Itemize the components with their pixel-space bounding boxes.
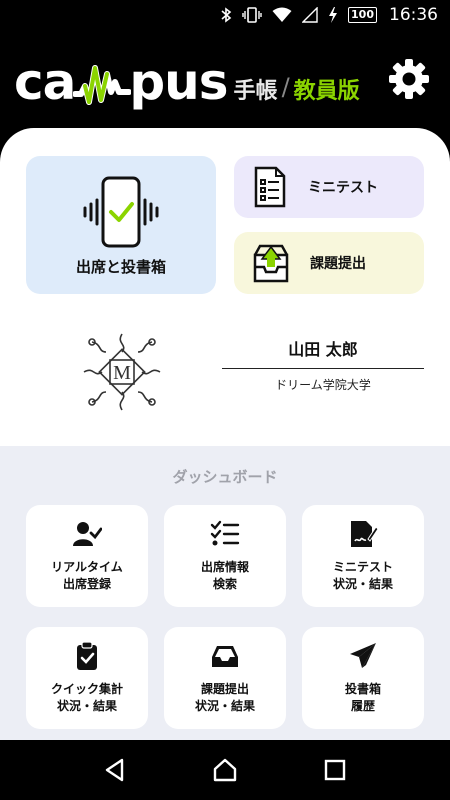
logo-text-right: pus xyxy=(129,53,228,111)
dash-item-line1: 投書箱 xyxy=(344,682,381,696)
attendance-search-button[interactable]: 出席情報 検索 xyxy=(164,505,286,607)
battery-level: 100 xyxy=(348,7,377,23)
dash-item-line1: ミニテスト xyxy=(332,560,393,574)
system-nav-bar xyxy=(0,740,450,800)
dash-item-line2: 状況・結果 xyxy=(194,699,255,713)
suggestion-box-history-button[interactable]: 投書箱 履歴 xyxy=(302,627,424,729)
main-content: 出席と投書箱 ミニテスト 課題提出 M 山田 太郎 ドリーム学院大学 ダッシュボ… xyxy=(0,128,450,740)
wifi-icon xyxy=(272,7,292,23)
attendance-label: 出席と投書箱 xyxy=(75,257,166,276)
realtime-attendance-button[interactable]: リアルタイム 出席登録 xyxy=(26,505,148,607)
dash-item-line2: 履歴 xyxy=(350,699,375,713)
minitest-tile[interactable]: ミニテスト xyxy=(234,156,424,218)
dash-item-line2: 検索 xyxy=(212,577,237,591)
school-emblem: M xyxy=(83,333,161,411)
minitest-label: ミニテスト xyxy=(308,180,378,196)
bluetooth-icon xyxy=(220,7,232,23)
dash-item-line2: 出席登録 xyxy=(62,577,111,591)
phone-check-icon xyxy=(83,176,159,247)
gear-icon[interactable] xyxy=(388,58,430,100)
attendance-tile[interactable]: 出席と投書箱 xyxy=(26,156,216,294)
profile-divider xyxy=(222,368,424,369)
logo-subtitle: 手帳 xyxy=(233,79,278,104)
emblem-letter: M xyxy=(113,362,131,384)
inbox-upload-icon xyxy=(253,244,289,283)
dash-item-line2: 状況・結果 xyxy=(332,577,393,591)
status-bar: 100 16:36 xyxy=(0,0,450,30)
logo-divider: / xyxy=(281,73,290,101)
dash-item-line2: 状況・結果 xyxy=(56,699,117,713)
user-name: 山田 太郎 xyxy=(288,340,358,359)
paper-plane-icon xyxy=(350,643,376,668)
quick-poll-results-button[interactable]: クイック集計 状況・結果 xyxy=(26,627,148,729)
home-icon[interactable] xyxy=(212,757,238,783)
dashboard-title: ダッシュボード xyxy=(172,468,278,486)
assignment-results-button[interactable]: 課題提出 状況・結果 xyxy=(164,627,286,729)
logo-heartbeat-icon xyxy=(73,65,132,105)
dash-item-line1: リアルタイム xyxy=(51,560,123,574)
logo-edition: 教員版 xyxy=(293,79,360,104)
assignment-tile[interactable]: 課題提出 xyxy=(234,232,424,294)
minitest-results-button[interactable]: ミニテスト 状況・結果 xyxy=(302,505,424,607)
assignment-label: 課題提出 xyxy=(310,256,366,272)
dash-item-line1: クイック集計 xyxy=(50,682,123,696)
dash-item-line1: 課題提出 xyxy=(200,682,249,696)
user-check-icon xyxy=(73,522,102,546)
app-logo: ca pus 手帳 / 教員版 xyxy=(14,54,360,110)
recents-icon[interactable] xyxy=(322,757,348,783)
school-name: ドリーム学院大学 xyxy=(275,378,371,392)
signal-icon xyxy=(302,7,318,23)
checklist-icon xyxy=(210,520,240,546)
logo-wordmark: ca pus xyxy=(14,53,229,111)
dash-item-line1: 出席情報 xyxy=(200,560,249,574)
logo-text-left: ca xyxy=(14,53,76,111)
clipboard-check-icon xyxy=(77,641,97,670)
vibrate-icon xyxy=(242,7,262,23)
document-list-icon xyxy=(254,166,286,208)
file-signature-icon xyxy=(351,521,378,547)
dashboard-section: ダッシュボード リアルタイム 出席登録 出席情報 検索 ミニテスト 状況・結果 … xyxy=(0,446,450,740)
charging-icon xyxy=(328,7,338,23)
status-time: 16:36 xyxy=(389,5,438,25)
app-header: ca pus 手帳 / 教員版 xyxy=(0,30,450,128)
back-icon[interactable] xyxy=(102,757,128,783)
inbox-icon xyxy=(212,646,238,667)
